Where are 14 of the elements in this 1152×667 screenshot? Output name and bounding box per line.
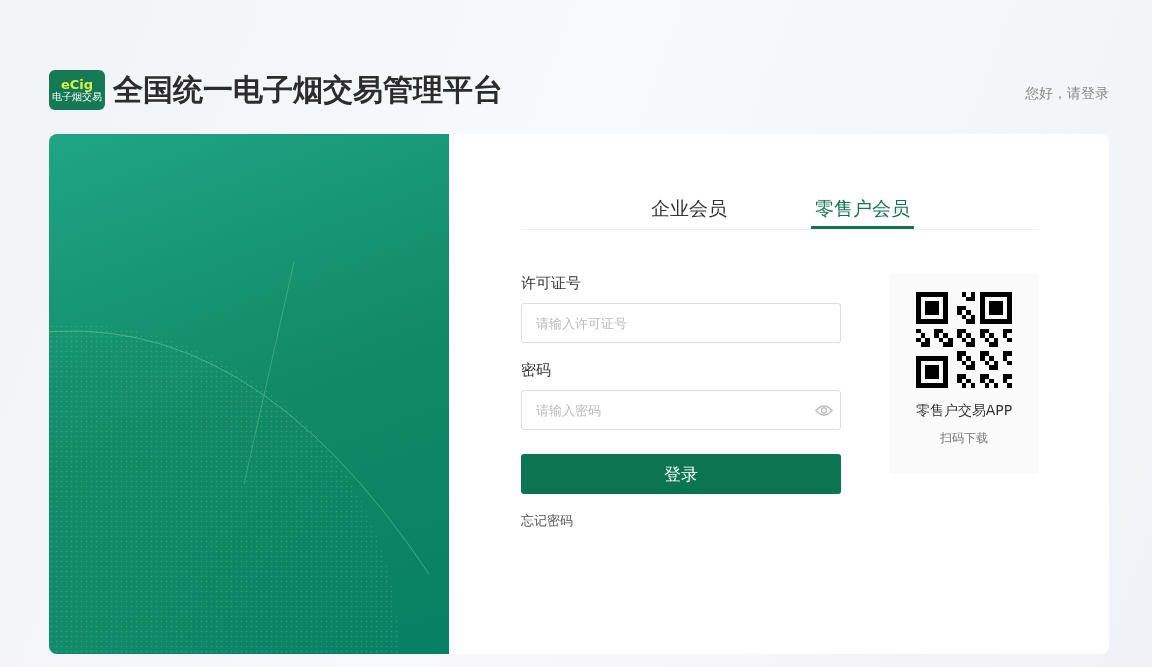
member-tab[interactable]: 零售户会员 [810, 194, 914, 229]
qr-title: 零售户交易APP [915, 402, 1013, 420]
login-button[interactable]: 登录 [521, 454, 841, 494]
input-field[interactable]: 请输入许可证号 [521, 303, 841, 343]
field-label: 许可证号 [521, 274, 582, 293]
forgot-password-link[interactable]: 忘记密码 [521, 512, 573, 530]
login-link[interactable]: 您好，请登录 [1025, 77, 1109, 103]
eye-icon[interactable] [815, 404, 833, 417]
qr-hint: 扫码下载 [940, 430, 988, 447]
logo-icon: eCig 电子烟交易 [49, 70, 105, 110]
password-field[interactable]: 请输入密码 [521, 390, 841, 430]
platform-title: 全国统一电子烟交易管理平台 [113, 70, 503, 109]
member-tab[interactable]: 企业会员 [646, 194, 731, 229]
field-label: 密码 [521, 361, 552, 380]
